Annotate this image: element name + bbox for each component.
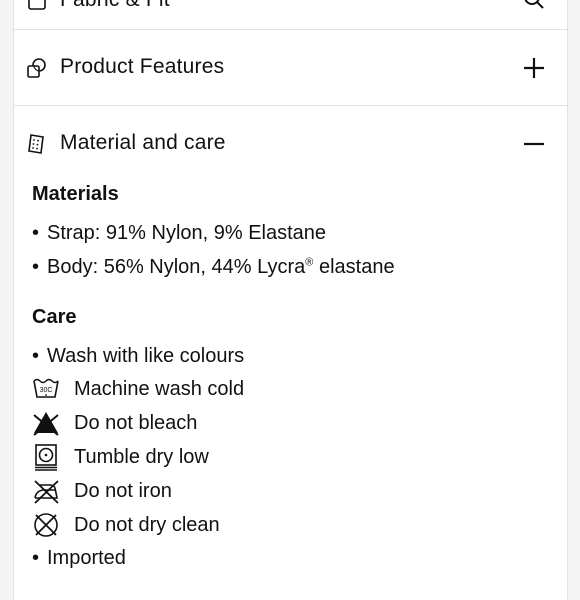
- tumble-dry-low-icon: [35, 444, 57, 471]
- care-item-no-dry-clean: Do not dry clean: [32, 510, 220, 540]
- material-care-label: Material and care: [60, 131, 226, 154]
- care-tumble-dry-label: Tumble dry low: [74, 445, 209, 468]
- care-heading: Care: [32, 306, 77, 328]
- list-item: • Imported: [32, 547, 126, 569]
- overlap-shapes-icon: [26, 57, 48, 79]
- accordion-item-top[interactable]: Fabric & Fit: [14, 0, 567, 30]
- svg-text:30C: 30C: [40, 387, 53, 394]
- care-no-bleach-label: Do not bleach: [74, 411, 198, 434]
- product-details-accordion: Fabric & Fit Product Features: [13, 0, 568, 600]
- care-item-machine-wash: 30C Machine wash cold: [32, 374, 244, 404]
- care-wash-colours: Wash with like colours: [47, 345, 245, 367]
- care-no-dry-clean-label: Do not dry clean: [74, 513, 220, 536]
- wash-30-icon: 30C: [33, 378, 59, 398]
- material-body-suffix: elastane: [313, 256, 395, 278]
- accordion-item-top-label: Fabric & Fit: [60, 0, 170, 12]
- minus-icon[interactable]: [523, 133, 545, 155]
- accordion-item-product-features[interactable]: Product Features: [14, 30, 567, 106]
- list-item: • Strap: 91% Nylon, 9% Elastane: [32, 222, 327, 244]
- care-item-no-bleach: Do not bleach: [32, 408, 197, 438]
- search-icon[interactable]: [523, 0, 545, 10]
- product-features-label: Product Features: [60, 55, 225, 78]
- ruler-icon: [26, 0, 48, 12]
- care-imported: Imported: [47, 547, 126, 569]
- no-bleach-icon: [33, 412, 59, 436]
- fabric-swatch-icon: [26, 133, 48, 155]
- accordion-item-material-care[interactable]: Material and care: [14, 106, 567, 182]
- list-item: • Wash with like colours: [32, 345, 245, 367]
- no-iron-icon: [34, 480, 59, 504]
- material-strap: Strap: 91% Nylon, 9% Elastane: [47, 222, 327, 244]
- care-item-tumble-dry: Tumble dry low: [32, 442, 209, 472]
- list-item: • Body: 56% Nylon, 44% Lycra® elastane: [32, 256, 395, 278]
- care-machine-wash-label: Machine wash cold: [74, 377, 245, 400]
- plus-icon[interactable]: [523, 57, 545, 79]
- care-item-no-iron: Do not iron: [32, 476, 172, 506]
- no-dry-clean-icon: [34, 513, 58, 537]
- care-no-iron-label: Do not iron: [74, 479, 172, 502]
- material-body: Body: 56% Nylon, 44% Lycra: [47, 256, 306, 278]
- materials-heading: Materials: [32, 183, 119, 205]
